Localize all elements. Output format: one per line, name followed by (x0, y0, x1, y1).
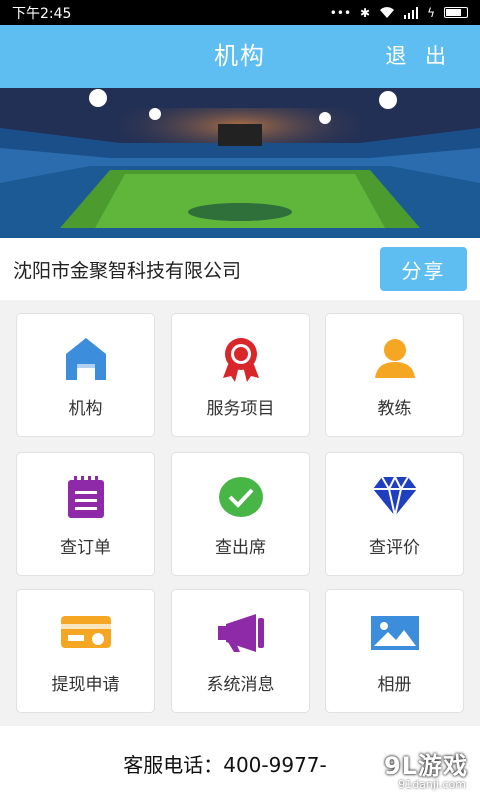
menu-item-coach[interactable]: 教练 (325, 313, 464, 437)
menu-item-org[interactable]: 机构 (16, 313, 155, 437)
watermark-text: 9L游戏 (384, 752, 468, 780)
more-dots-icon: ••• (329, 5, 352, 20)
bluetooth-icon: ✱ (360, 5, 371, 20)
card-icon (60, 616, 111, 648)
menu-item-withdraw[interactable]: 提现申请 (16, 589, 155, 713)
menu-item-reviews[interactable]: 查评价 (325, 452, 464, 576)
menu-item-label: 机构 (68, 399, 103, 419)
picture-icon (370, 616, 419, 650)
menu-item-services[interactable]: 服务项目 (171, 313, 310, 437)
wifi-icon (380, 6, 395, 18)
company-name: 沈阳市金聚智科技有限公司 (13, 259, 242, 282)
menu-item-label: 系统消息 (206, 675, 275, 695)
menu-item-label: 提现申请 (51, 675, 120, 695)
checkmark-circle-icon (218, 477, 263, 517)
status-icons: ••• ✱ ϟ (330, 6, 468, 20)
status-time: 下午2:45 (12, 5, 72, 22)
menu-item-label: 相册 (377, 675, 412, 695)
app-bar: 机构 退 出 (0, 25, 480, 88)
menu-item-label: 查出席 (215, 538, 266, 558)
menu-item-orders[interactable]: 查订单 (16, 452, 155, 576)
menu-item-attendance[interactable]: 查出席 (171, 452, 310, 576)
watermark-url: 91danji.com (398, 778, 466, 791)
building-icon (65, 338, 106, 380)
status-bar: 下午2:45 ••• ✱ ϟ (0, 0, 480, 25)
share-button[interactable]: 分享 (380, 247, 467, 291)
megaphone-icon (217, 614, 264, 652)
menu-item-label: 查订单 (60, 538, 111, 558)
stadium-banner-image (0, 88, 480, 238)
notepad-icon (67, 476, 104, 518)
menu-item-messages[interactable]: 系统消息 (171, 589, 310, 713)
menu-item-album[interactable]: 相册 (325, 589, 464, 713)
logout-button[interactable]: 退 出 (385, 25, 452, 88)
menu-item-label: 查评价 (369, 538, 420, 558)
service-phone[interactable]: 客服电话：400-9977- (123, 749, 327, 778)
charging-icon: ϟ (427, 5, 435, 20)
person-icon (374, 339, 415, 378)
battery-icon (444, 7, 468, 18)
diamond-icon (372, 475, 417, 517)
menu-item-label: 教练 (377, 399, 412, 419)
ribbon-award-icon (222, 338, 259, 382)
signal-icon (404, 6, 419, 19)
menu-item-label: 服务项目 (206, 399, 275, 419)
company-row: 沈阳市金聚智科技有限公司 分享 (0, 238, 480, 300)
watermark-logo: 9L游戏 91danji.com (350, 746, 468, 796)
